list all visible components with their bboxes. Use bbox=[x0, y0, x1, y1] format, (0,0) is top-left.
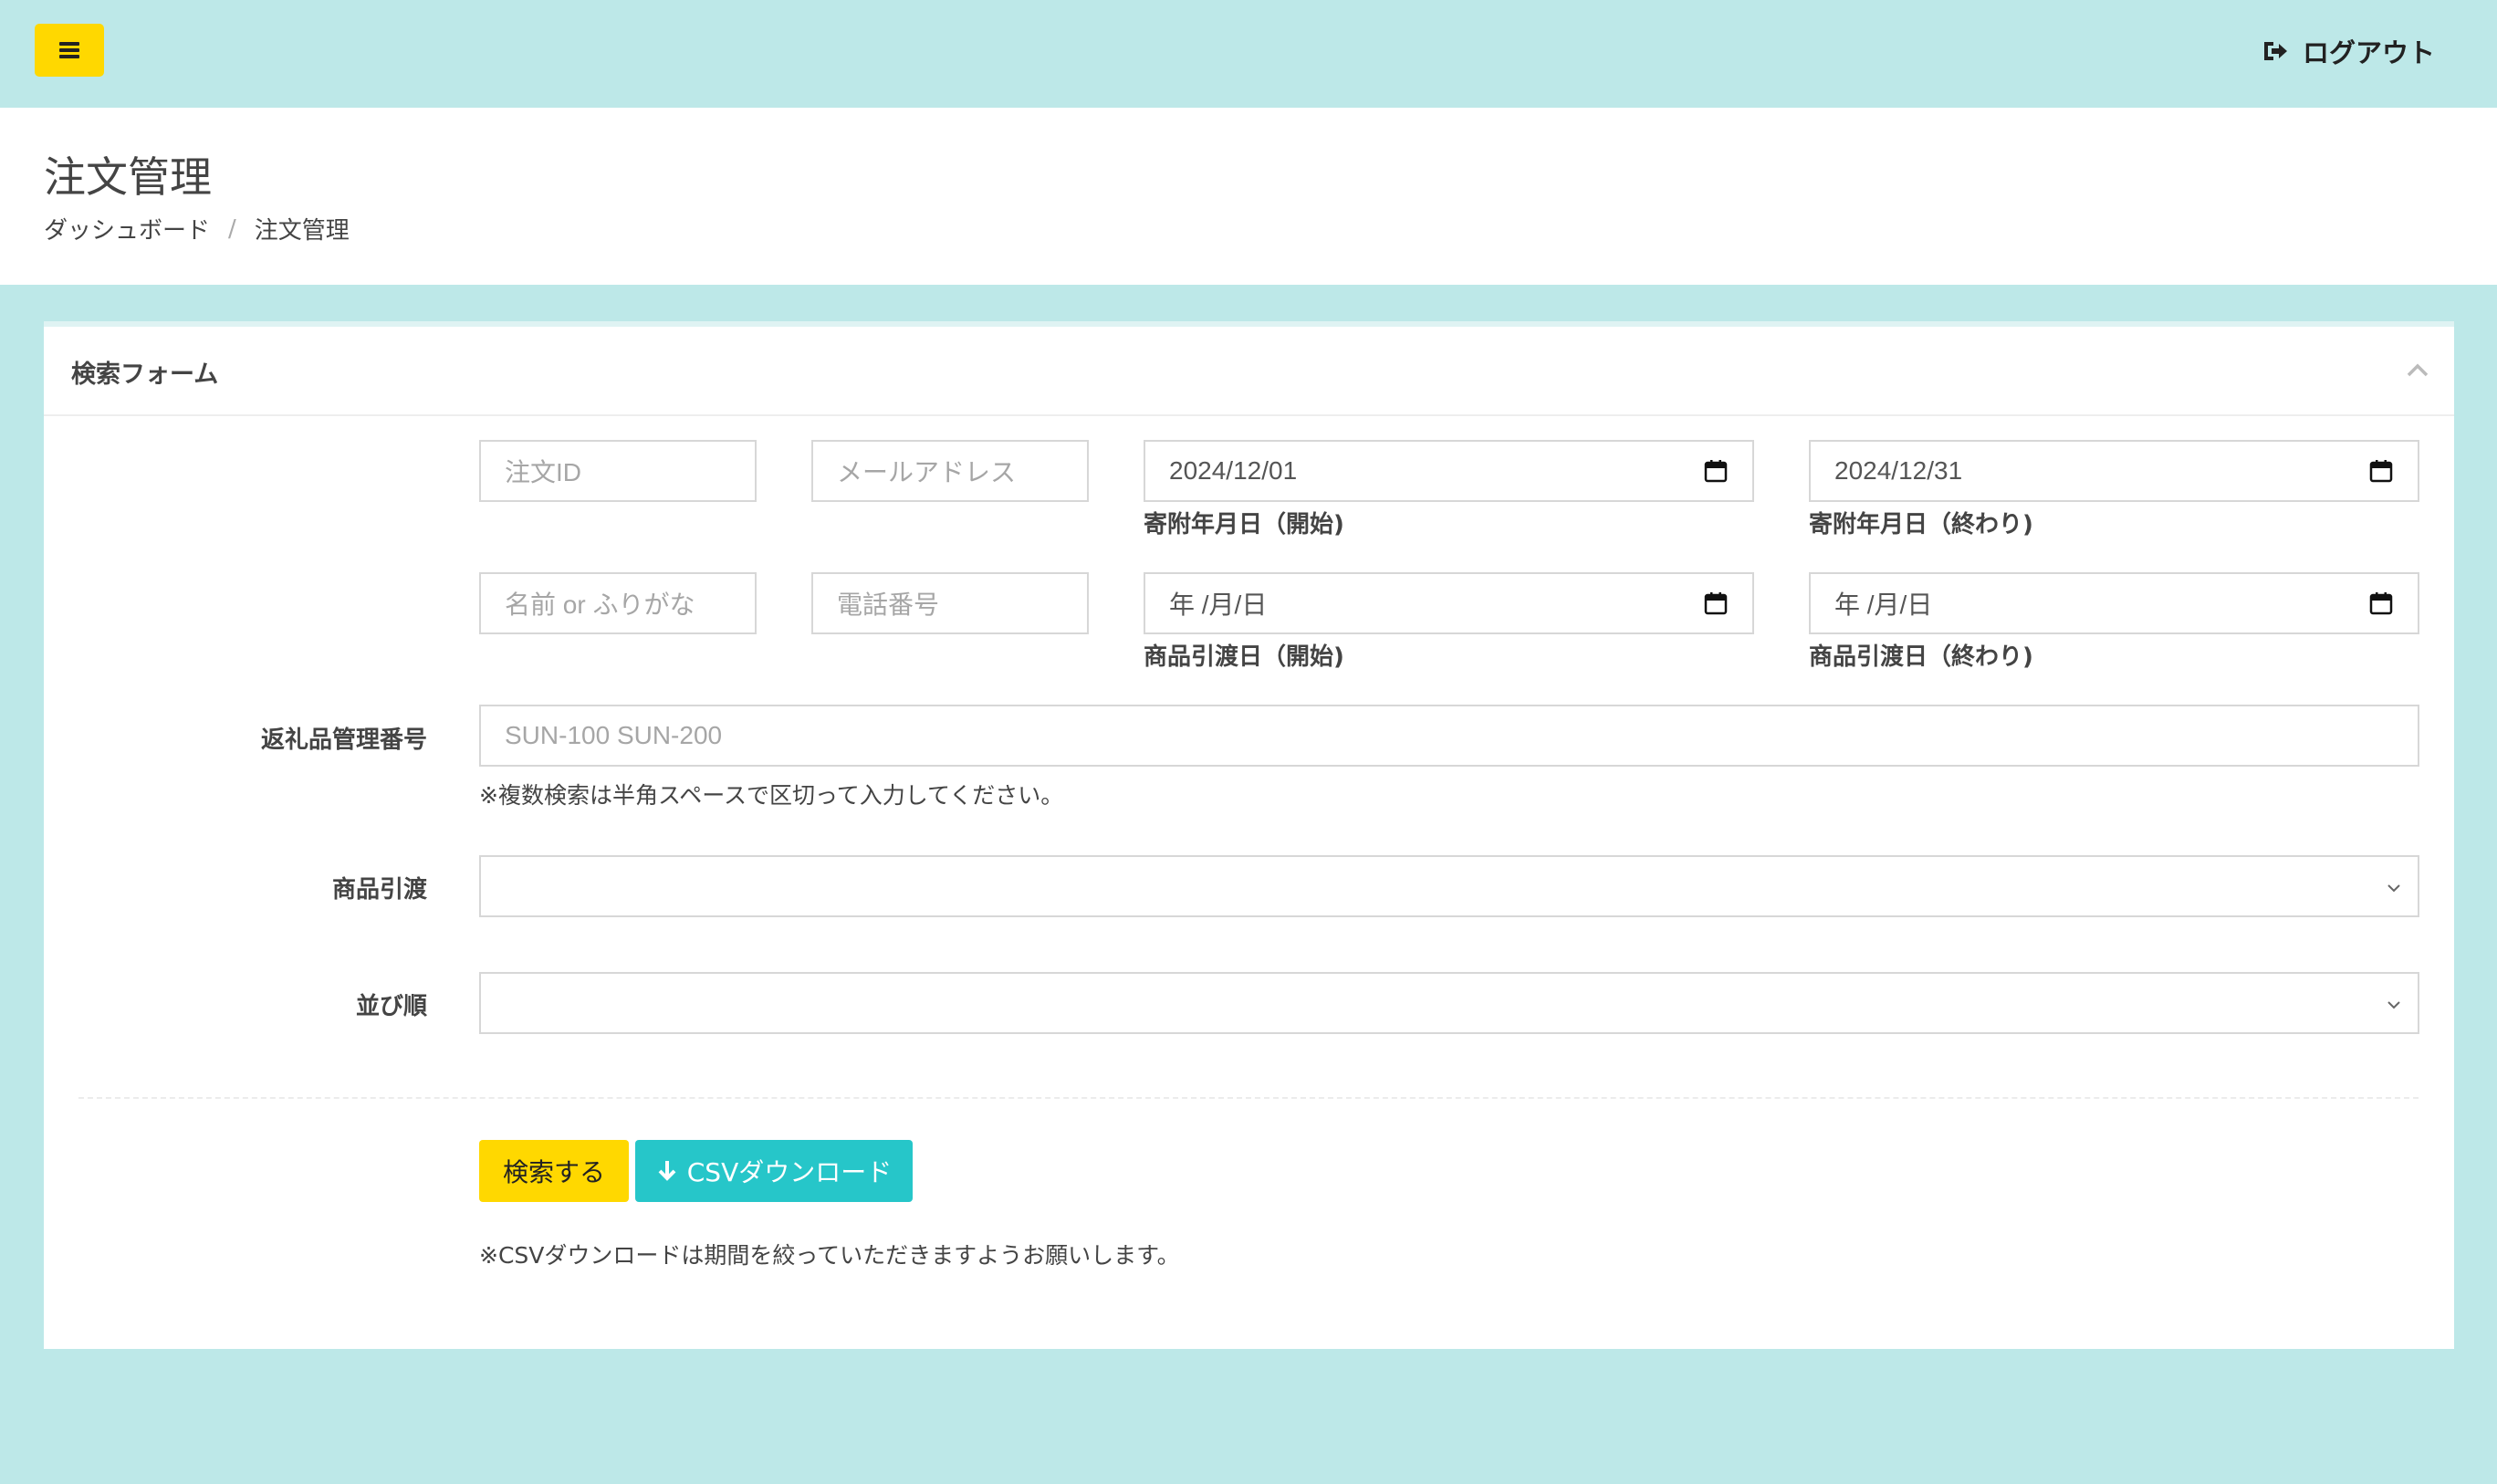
chevron-down-icon bbox=[2387, 884, 2400, 893]
order-id-placeholder: 注文ID bbox=[505, 458, 582, 486]
email-placeholder: メールアドレス bbox=[837, 458, 1017, 486]
order-id-input[interactable]: 注文ID bbox=[479, 440, 757, 502]
page-title: 注文管理 bbox=[44, 152, 212, 202]
donation-end-date-input[interactable]: 2024/12/31 bbox=[1809, 440, 2419, 502]
delivery-end-label: 商品引渡日（終わり) bbox=[1809, 643, 2033, 671]
top-navbar: ログアウト bbox=[0, 0, 2497, 108]
donation-end-value: 2024/12/31 bbox=[1834, 456, 1963, 485]
phone-input[interactable]: 電話番号 bbox=[811, 572, 1089, 634]
delivery-end-value: 年 /月/日 bbox=[1834, 590, 1933, 619]
calendar-icon[interactable] bbox=[2368, 590, 2394, 616]
delivery-start-label: 商品引渡日（開始) bbox=[1144, 643, 1344, 671]
gift-number-input[interactable]: SUN-100 SUN-200 bbox=[479, 705, 2419, 767]
donation-start-value: 2024/12/01 bbox=[1169, 456, 1298, 485]
breadcrumb-separator: / bbox=[228, 214, 236, 243]
phone-placeholder: 電話番号 bbox=[837, 590, 940, 619]
gift-number-label: 返礼品管理番号 bbox=[260, 726, 427, 754]
logout-link[interactable]: ログアウト bbox=[2262, 35, 2435, 68]
form-divider bbox=[78, 1097, 2419, 1099]
delivery-select[interactable] bbox=[479, 855, 2419, 917]
chevron-down-icon bbox=[2387, 1001, 2400, 1009]
search-button[interactable]: 検索する bbox=[479, 1140, 629, 1202]
search-button-label: 検索する bbox=[502, 1157, 605, 1187]
donation-end-label: 寄附年月日（終わり) bbox=[1809, 511, 2033, 538]
donation-start-date-input[interactable]: 2024/12/01 bbox=[1144, 440, 1754, 502]
gift-number-note: ※複数検索は半角スペースで区切って入力してください。 bbox=[479, 782, 1064, 809]
breadcrumb-current: 注文管理 bbox=[254, 217, 350, 245]
hamburger-icon bbox=[59, 42, 79, 58]
breadcrumb-dashboard-link[interactable]: ダッシュボード bbox=[44, 212, 210, 246]
csv-note: ※CSVダウンロードは期間を絞っていただきますようお願いします。 bbox=[479, 1242, 1180, 1269]
breadcrumb: ダッシュボード / 注文管理 bbox=[44, 212, 350, 246]
csv-button-label: CSVダウンロード bbox=[686, 1157, 893, 1187]
card-title: 検索フォーム bbox=[71, 361, 219, 389]
name-input[interactable]: 名前 or ふりがな bbox=[479, 572, 757, 634]
email-input[interactable]: メールアドレス bbox=[811, 440, 1089, 502]
delivery-label: 商品引渡 bbox=[331, 876, 427, 904]
sort-select[interactable] bbox=[479, 972, 2419, 1034]
sort-label: 並び順 bbox=[355, 993, 427, 1020]
csv-download-button[interactable]: CSVダウンロード bbox=[635, 1140, 913, 1202]
logout-label: ログアウト bbox=[2302, 37, 2435, 68]
card-header: 検索フォーム bbox=[44, 327, 2454, 416]
calendar-icon[interactable] bbox=[1703, 458, 1729, 484]
page-header: 注文管理 ダッシュボード / 注文管理 bbox=[0, 108, 2497, 285]
chevron-up-icon[interactable] bbox=[2405, 358, 2430, 383]
calendar-icon[interactable] bbox=[2368, 458, 2394, 484]
delivery-end-date-input[interactable]: 年 /月/日 bbox=[1809, 572, 2419, 634]
sign-out-icon bbox=[2263, 42, 2287, 60]
calendar-icon[interactable] bbox=[1703, 590, 1729, 616]
donation-start-label: 寄附年月日（開始) bbox=[1144, 511, 1344, 538]
gift-number-placeholder: SUN-100 SUN-200 bbox=[505, 721, 723, 749]
menu-toggle-button[interactable] bbox=[35, 24, 104, 77]
arrow-down-icon bbox=[658, 1161, 676, 1181]
delivery-start-date-input[interactable]: 年 /月/日 bbox=[1144, 572, 1754, 634]
name-placeholder: 名前 or ふりがな bbox=[505, 590, 695, 619]
search-form-card: 検索フォーム 注文ID メールアドレス 2024/12/01 寄附年月日（開始)… bbox=[44, 321, 2454, 1349]
delivery-start-value: 年 /月/日 bbox=[1169, 590, 1268, 619]
